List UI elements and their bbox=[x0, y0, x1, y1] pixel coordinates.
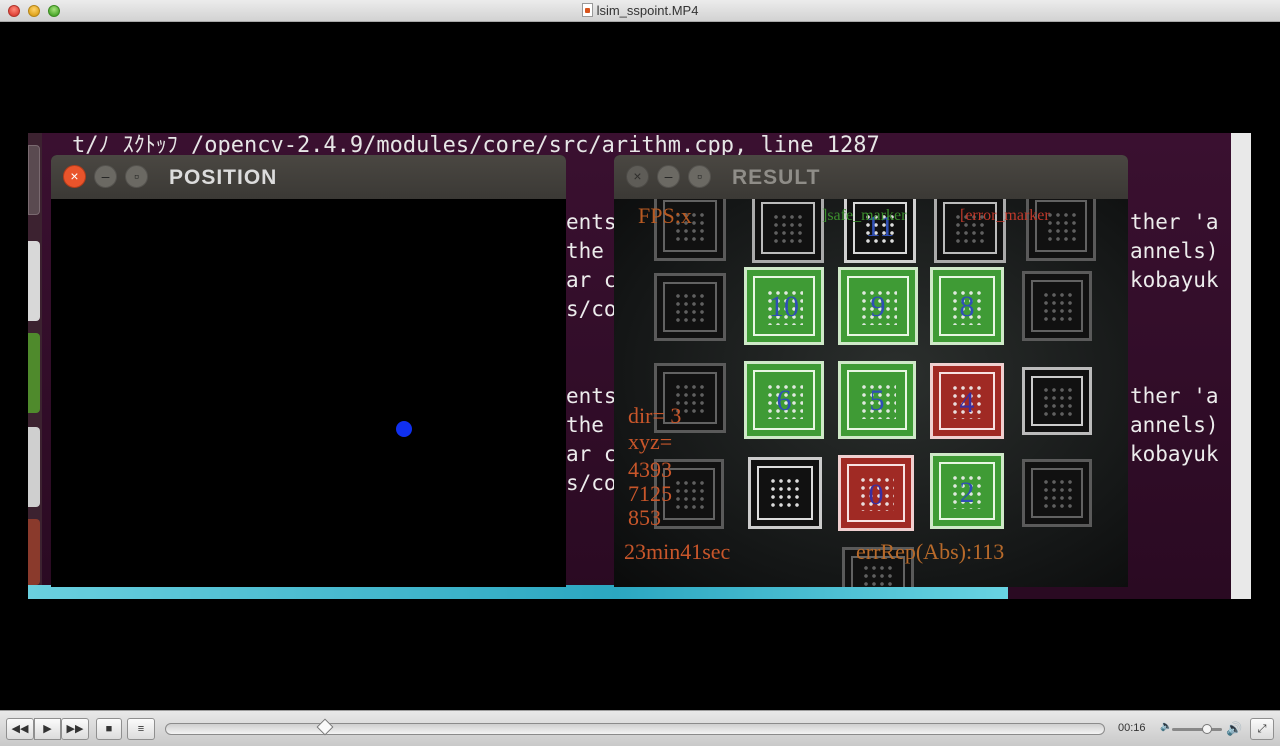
marker bbox=[748, 457, 822, 529]
marker-number: 0 bbox=[868, 478, 884, 511]
terminal-line: ar c bbox=[566, 442, 617, 466]
terminal-line: s/co bbox=[566, 471, 617, 495]
launcher-item bbox=[28, 519, 40, 585]
marker bbox=[1022, 271, 1092, 341]
play-button[interactable]: ▶ bbox=[34, 718, 61, 740]
playback-controller: ◀◀ ▶ ▶▶ ■ ≡ 00:16 🔈 🔊 ⤢ bbox=[0, 710, 1280, 746]
direction-readout: dir= 3 bbox=[628, 403, 682, 428]
position-window: × – ▫ POSITION bbox=[51, 155, 566, 587]
position-close-button[interactable]: × bbox=[63, 165, 86, 188]
terminal-line: s/co bbox=[566, 297, 617, 321]
terminal-line: kobayuk bbox=[1130, 442, 1219, 466]
marker-safe: 6 bbox=[744, 361, 824, 439]
seek-knob[interactable] bbox=[316, 718, 334, 736]
fast-forward-button[interactable]: ▶▶ bbox=[61, 718, 89, 740]
legend-safe-marker: ]safe_marker bbox=[822, 207, 907, 224]
y-coordinate: 7125 bbox=[628, 481, 672, 506]
marker bbox=[654, 273, 726, 341]
launcher-strip bbox=[28, 133, 42, 599]
fps-label: FPS:x bbox=[638, 203, 692, 228]
playlist-button[interactable]: ≡ bbox=[127, 718, 155, 740]
marker-number: 6 bbox=[776, 384, 792, 417]
marker-error: 0 bbox=[838, 455, 914, 531]
result-window-title: RESULT bbox=[732, 166, 821, 189]
result-window: × – ▫ RESULT 11 10 9 8 6 5 4 0 2 FPS:x]… bbox=[614, 155, 1128, 587]
marker-number: 8 bbox=[959, 290, 975, 323]
terminal-line: ther 'a bbox=[1130, 210, 1219, 234]
result-camera-view: 11 10 9 8 6 5 4 0 2 FPS:x]safe_marker [… bbox=[614, 199, 1128, 587]
x-coordinate: 4393 bbox=[628, 457, 672, 482]
taskbar-glow bbox=[28, 585, 1008, 599]
terminal-line: the bbox=[566, 239, 617, 263]
marker bbox=[1022, 459, 1092, 527]
position-window-titlebar: × – ▫ POSITION bbox=[51, 155, 566, 199]
marker bbox=[752, 199, 824, 263]
terminal-line: annels) bbox=[1130, 413, 1219, 437]
rewind-button[interactable]: ◀◀ bbox=[6, 718, 34, 740]
result-window-titlebar: × – ▫ RESULT bbox=[614, 155, 1128, 199]
marker-safe: 5 bbox=[838, 361, 916, 439]
result-close-button[interactable]: × bbox=[626, 165, 649, 188]
marker-number: 2 bbox=[959, 476, 975, 509]
result-maximize-button[interactable]: ▫ bbox=[688, 165, 711, 188]
position-dot bbox=[396, 421, 412, 437]
position-window-title: POSITION bbox=[169, 166, 278, 189]
video-viewport[interactable]: t/ﾉ ｽｸﾄｯﾌ /opencv-2.4.9/modules/core/src… bbox=[0, 22, 1280, 710]
terminal-line: ther 'a bbox=[1130, 384, 1219, 408]
position-canvas bbox=[51, 199, 566, 587]
launcher-item bbox=[28, 145, 40, 215]
time-display: 00:16 bbox=[1118, 722, 1146, 734]
marker-safe: 2 bbox=[930, 453, 1004, 529]
marker-number: 10 bbox=[769, 290, 799, 323]
marker-safe: 8 bbox=[930, 267, 1004, 345]
terminal-line: ar c bbox=[566, 268, 617, 292]
marker-error: 4 bbox=[930, 363, 1004, 439]
legend-error-marker: [error_marker bbox=[960, 207, 1050, 224]
terminal-line: kobayuk bbox=[1130, 268, 1219, 292]
volume-high-icon[interactable]: 🔊 bbox=[1226, 721, 1242, 737]
terminal-line: ents bbox=[566, 384, 617, 408]
terminal-line: the bbox=[566, 413, 617, 437]
video-frame: t/ﾉ ｽｸﾄｯﾌ /opencv-2.4.9/modules/core/src… bbox=[28, 133, 1251, 599]
window-title: lsim_sspoint.MP4 bbox=[596, 3, 699, 18]
marker-safe: 9 bbox=[838, 267, 918, 345]
fullscreen-button[interactable]: ⤢ bbox=[1250, 718, 1274, 740]
stop-button[interactable]: ■ bbox=[96, 718, 122, 740]
launcher-item bbox=[28, 333, 40, 413]
marker bbox=[1022, 367, 1092, 435]
elapsed-time: 23min41sec bbox=[624, 539, 731, 564]
window-title-wrap: lsim_sspoint.MP4 bbox=[0, 3, 1280, 18]
volume-low-icon[interactable]: 🔈 bbox=[1160, 721, 1172, 732]
marker-number: 5 bbox=[869, 384, 885, 417]
seek-bar[interactable] bbox=[165, 718, 1105, 736]
volume-slider[interactable] bbox=[1172, 724, 1222, 734]
marker-number: 4 bbox=[959, 386, 975, 419]
z-coordinate: 853 bbox=[628, 505, 661, 530]
position-maximize-button[interactable]: ▫ bbox=[125, 165, 148, 188]
launcher-item bbox=[28, 427, 40, 507]
video-file-icon bbox=[581, 3, 593, 17]
window-titlebar: lsim_sspoint.MP4 bbox=[0, 0, 1280, 22]
position-minimize-button[interactable]: – bbox=[94, 165, 117, 188]
volume-knob[interactable] bbox=[1202, 724, 1212, 734]
terminal-line: ents bbox=[566, 210, 617, 234]
marker-safe: 10 bbox=[744, 267, 824, 345]
terminal-line: annels) bbox=[1130, 239, 1219, 263]
marker-number: 9 bbox=[870, 290, 886, 323]
reprojection-error: errRep(Abs):113 bbox=[856, 539, 1005, 564]
desktop-right-edge bbox=[1231, 133, 1251, 599]
launcher-item bbox=[28, 241, 40, 321]
result-minimize-button[interactable]: – bbox=[657, 165, 680, 188]
xyz-label: xyz= bbox=[628, 429, 673, 454]
